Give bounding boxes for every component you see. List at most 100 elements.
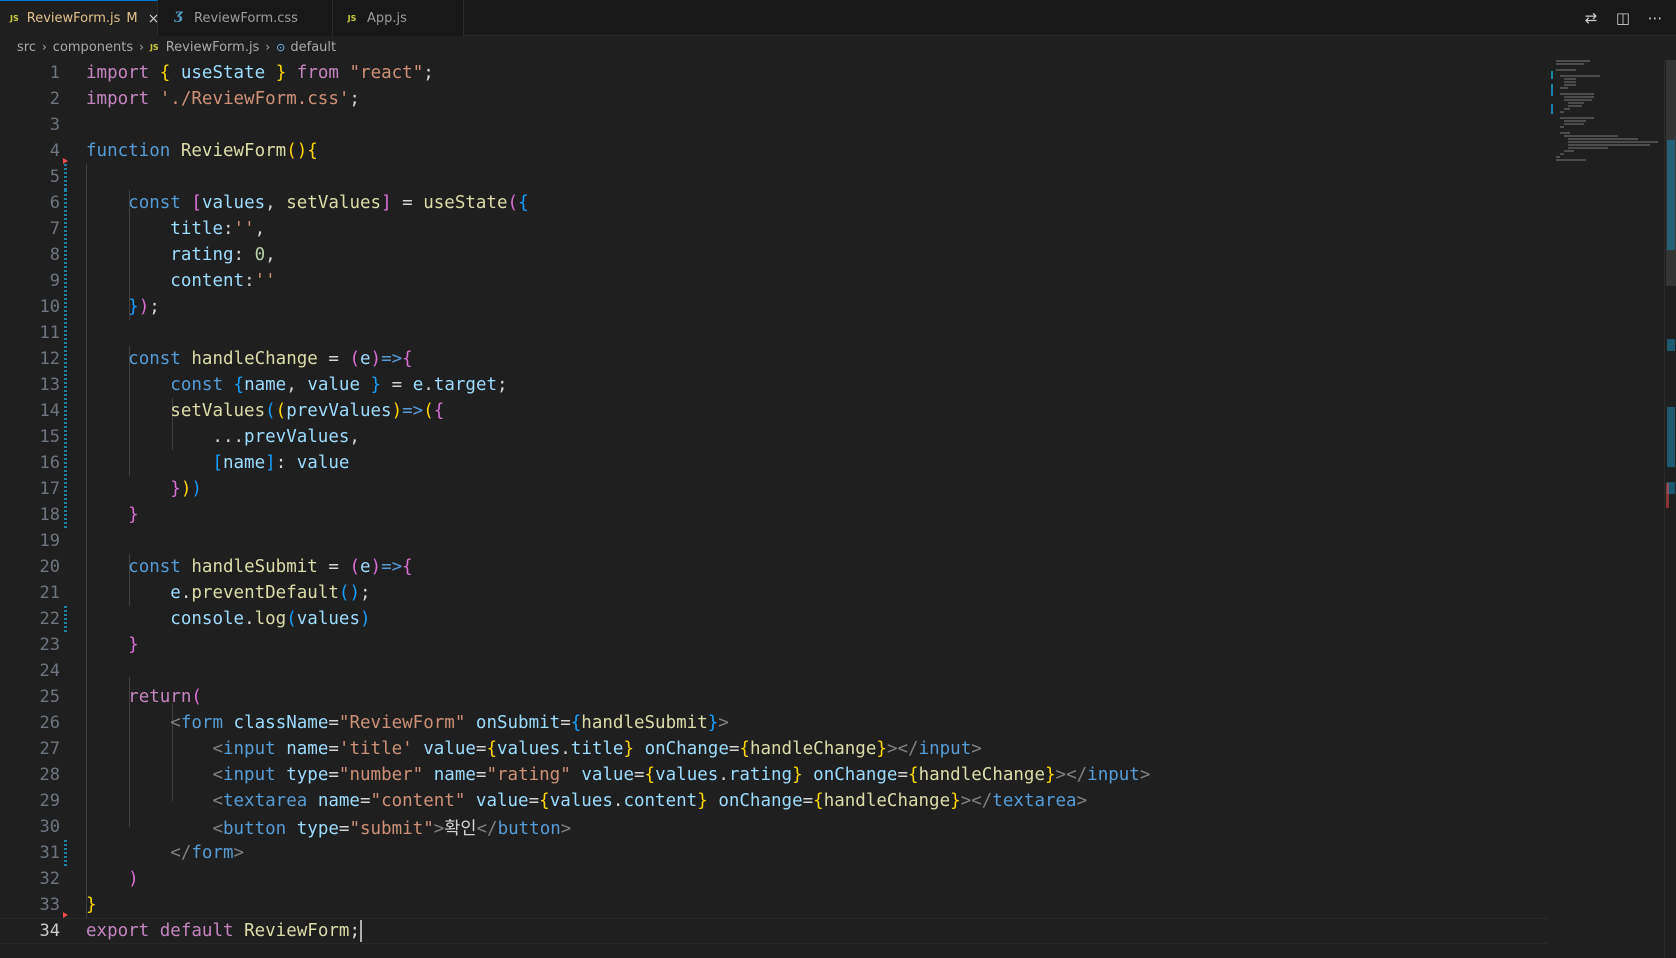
code-line-current: 34 export default ReviewForm; (0, 918, 1548, 944)
line-number: 30 (39, 817, 60, 837)
breadcrumb-components[interactable]: components (53, 40, 133, 55)
code-text: const [values, setValues] = useState({ (128, 193, 529, 213)
scrollbar-change-marker (1667, 339, 1675, 351)
compare-changes-icon[interactable]: ⇄ (1582, 9, 1600, 27)
tab-label: ReviewForm.js (26, 11, 121, 26)
code-text: const handleChange = (e)=>{ (128, 349, 413, 369)
code-editor[interactable]: 1 import { useState } from "react"; 2 im… (0, 60, 1548, 958)
tab-reviewform-css[interactable]: Ʒ ReviewForm.css (158, 0, 333, 36)
breadcrumb-file[interactable]: JS ReviewForm.js (150, 40, 259, 55)
line-number: 24 (39, 661, 60, 681)
tab-app-js[interactable]: JS App.js (333, 0, 464, 36)
modified-line-marker (64, 164, 67, 190)
code-line: 32 ) (0, 866, 1548, 892)
line-number: 17 (39, 479, 60, 499)
minimap[interactable] (1548, 60, 1664, 958)
code-line: 3 (0, 112, 1548, 138)
line-number: 13 (39, 375, 60, 395)
code-text: import { useState } from "react"; (86, 63, 434, 83)
code-line: 7 title:'', (0, 216, 1548, 242)
tab-label: App.js (367, 10, 407, 26)
line-number: 1 (49, 63, 60, 83)
breadcrumb: src › components › JS ReviewForm.js › ⊙ … (0, 36, 1676, 58)
minimap-change-marker (1551, 71, 1553, 79)
code-text: }); (128, 297, 160, 317)
code-line: 5 (0, 164, 1548, 190)
breadcrumb-symbol-label: default (290, 39, 337, 55)
line-number: 25 (39, 687, 60, 707)
editor-tab-bar: JS ReviewForm.js M × Ʒ ReviewForm.css JS… (0, 0, 1676, 36)
code-text: } (128, 505, 139, 525)
line-number: 19 (39, 531, 60, 551)
code-line: 6 const [values, setValues] = useState({ (0, 190, 1548, 216)
code-text: e.preventDefault(); (170, 583, 371, 603)
javascript-file-icon: JS (10, 14, 19, 23)
code-line: 31 </form> (0, 840, 1548, 866)
minimap-change-marker (1551, 84, 1553, 96)
line-number: 4 (49, 141, 60, 161)
code-text: ) (128, 869, 139, 889)
code-line: 1 import { useState } from "react"; (0, 60, 1548, 86)
line-number: 26 (39, 713, 60, 733)
line-number: 20 (39, 557, 60, 577)
code-text: function ReviewForm(){ (86, 141, 318, 161)
tab-label: ReviewForm.css (194, 10, 298, 26)
code-line: 28 <input type="number" name="rating" va… (0, 762, 1548, 788)
code-line: 20 const handleSubmit = (e)=>{ (0, 554, 1548, 580)
line-number: 33 (39, 895, 60, 915)
code-text: const {name, value } = e.target; (170, 375, 508, 395)
line-number: 16 (39, 453, 60, 473)
code-text: return( (128, 687, 202, 707)
line-number: 9 (49, 271, 60, 291)
chevron-right-icon: › (265, 40, 271, 54)
line-number: 22 (39, 609, 60, 629)
scrollbar-change-marker (1667, 140, 1675, 250)
code-text: [name]: value (212, 453, 350, 473)
code-line: 19 (0, 528, 1548, 554)
modified-line-marker (64, 840, 67, 866)
code-text: <button type="submit">확인</button> (212, 818, 572, 839)
code-line: 33 } (0, 892, 1548, 918)
code-text: rating: 0, (170, 245, 276, 265)
line-number: 12 (39, 349, 60, 369)
line-number: 34 (39, 921, 60, 941)
code-line: 2 import './ReviewForm.css'; (0, 86, 1548, 112)
more-actions-icon[interactable]: ⋯ (1646, 9, 1664, 27)
line-number: 11 (39, 323, 60, 343)
line-number: 31 (39, 843, 60, 863)
breadcrumb-symbol[interactable]: ⊙ default (276, 40, 336, 55)
code-line: 25 return( (0, 684, 1548, 710)
code-text: content:'' (170, 271, 276, 291)
code-line: 23 } (0, 632, 1548, 658)
javascript-file-icon: JS (347, 13, 357, 23)
code-text: } (128, 635, 139, 655)
line-number: 15 (39, 427, 60, 447)
line-number: 7 (49, 219, 60, 239)
scrollbar-change-marker (1667, 407, 1675, 467)
line-number: 23 (39, 635, 60, 655)
code-line: 21 e.preventDefault(); (0, 580, 1548, 606)
code-text: const handleSubmit = (e)=>{ (128, 557, 413, 577)
symbol-variable-icon: ⊙ (276, 40, 286, 54)
code-line: 14 setValues((prevValues)=>({ (0, 398, 1548, 424)
line-number: 14 (39, 401, 60, 421)
code-line: 26 <form className="ReviewForm" onSubmit… (0, 710, 1548, 736)
line-number: 5 (49, 167, 60, 187)
breadcrumb-file-label: ReviewForm.js (165, 39, 260, 55)
tab-reviewform-js[interactable]: JS ReviewForm.js M × (0, 0, 159, 36)
split-editor-icon[interactable]: ◫ (1614, 9, 1632, 27)
code-text: })) (170, 479, 202, 499)
code-line: 27 <input name='title' value={values.tit… (0, 736, 1548, 762)
code-text: setValues((prevValues)=>({ (170, 401, 445, 421)
code-line: 8 rating: 0, (0, 242, 1548, 268)
vertical-scrollbar[interactable] (1664, 60, 1676, 958)
breadcrumb-src[interactable]: src (17, 40, 36, 55)
css-file-icon: Ʒ (174, 10, 184, 26)
code-line: 13 const {name, value } = e.target; (0, 372, 1548, 398)
code-text: <form className="ReviewForm" onSubmit={h… (170, 713, 729, 733)
line-number: 32 (39, 869, 60, 889)
editor-actions: ⇄ ◫ ⋯ (1582, 0, 1676, 36)
code-line: 18 } (0, 502, 1548, 528)
code-line: 16 [name]: value (0, 450, 1548, 476)
code-line: 9 content:'' (0, 268, 1548, 294)
